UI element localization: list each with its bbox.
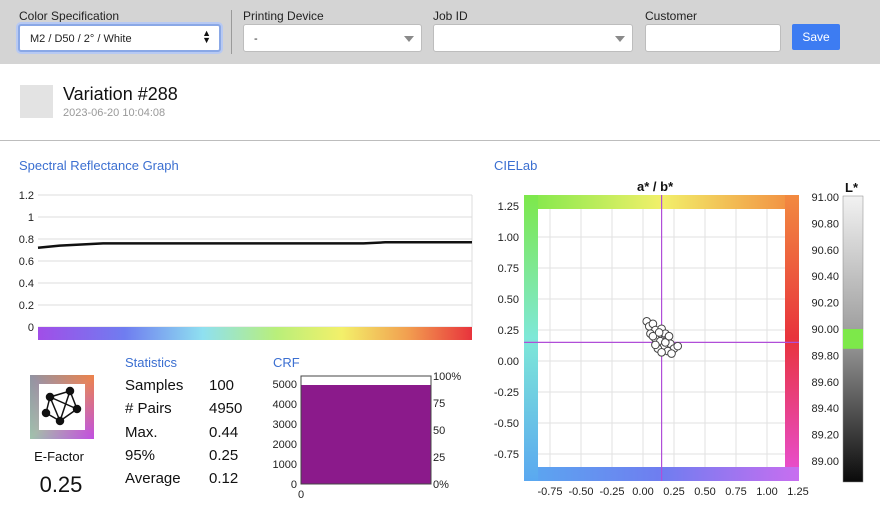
lightness-tick: 90.20	[811, 298, 839, 310]
lightness-tick: 90.80	[811, 218, 839, 230]
lightness-tick: 90.60	[811, 245, 839, 257]
lightness-highlight	[843, 329, 863, 349]
lightness-tick: 89.60	[811, 377, 839, 389]
lightness-tick: 89.80	[811, 350, 839, 362]
lightness-tick: 91.00	[811, 192, 839, 204]
lightness-tick: 89.40	[811, 403, 839, 415]
lightness-tick: 90.00	[811, 324, 839, 336]
lightness-tick: 89.00	[811, 456, 839, 468]
lightness-chart: 91.00 90.80 90.60 90.40 90.20 90.00 89.80 89.60…	[811, 192, 864, 483]
lightness-tick: 90.40	[811, 271, 839, 283]
lightness-tick: 89.20	[811, 430, 839, 442]
